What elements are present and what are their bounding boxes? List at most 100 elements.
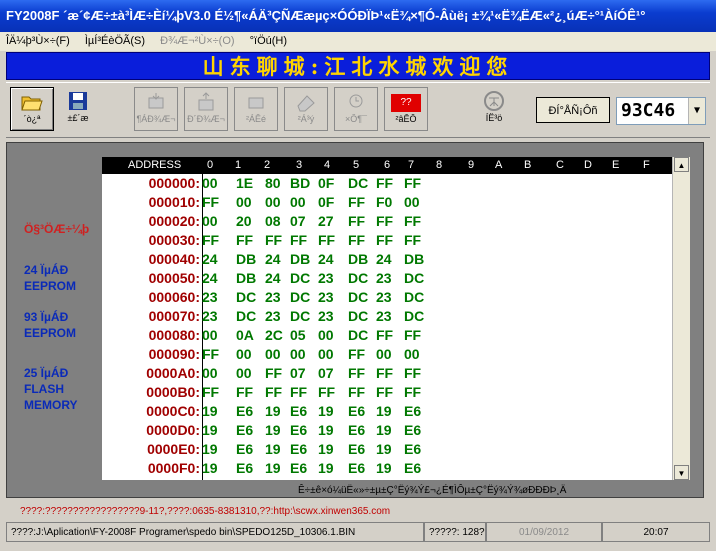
hex-byte[interactable]: FF	[290, 383, 307, 402]
menu-help[interactable]: °ïÖú(H)	[244, 35, 293, 47]
hex-byte[interactable]: 1E	[236, 174, 253, 193]
hex-byte[interactable]: 27	[318, 212, 334, 231]
hex-byte[interactable]: 19	[265, 459, 281, 478]
hex-byte[interactable]: DC	[348, 307, 368, 326]
hex-byte[interactable]: 00	[318, 345, 334, 364]
hex-byte[interactable]: DC	[236, 307, 256, 326]
hex-byte[interactable]: 00	[202, 364, 218, 383]
hex-byte[interactable]: E6	[348, 402, 365, 421]
hex-byte[interactable]: FF	[348, 212, 365, 231]
hex-byte[interactable]: FF	[202, 193, 219, 212]
hex-byte[interactable]: 2C	[265, 326, 283, 345]
hex-byte[interactable]: FF	[202, 231, 219, 250]
hex-byte[interactable]: 80	[265, 174, 281, 193]
hex-byte[interactable]: 23	[376, 307, 392, 326]
hex-byte[interactable]: 23	[265, 288, 281, 307]
hex-byte[interactable]: 24	[202, 250, 218, 269]
hex-byte[interactable]: 00	[202, 212, 218, 231]
hex-byte[interactable]: FF	[404, 231, 421, 250]
vertical-scrollbar[interactable]: ▲ ▼	[672, 157, 690, 480]
hex-byte[interactable]: FF	[265, 364, 282, 383]
hex-byte[interactable]: 00	[376, 345, 392, 364]
hex-byte[interactable]: 00	[236, 193, 252, 212]
hex-byte[interactable]: 00	[290, 193, 306, 212]
hex-byte[interactable]: E6	[348, 440, 365, 459]
hex-byte[interactable]: FF	[376, 364, 393, 383]
hex-byte[interactable]: 24	[376, 250, 392, 269]
hex-byte[interactable]: 19	[376, 402, 392, 421]
menu-chip-operations[interactable]: Ð¾Æ¬²Ù×÷(O)	[154, 35, 241, 47]
hex-byte[interactable]: 20	[236, 212, 252, 231]
hex-byte[interactable]: DC	[290, 307, 310, 326]
hex-byte[interactable]: E6	[236, 459, 253, 478]
hex-byte[interactable]: 23	[376, 269, 392, 288]
hex-byte[interactable]: E6	[236, 421, 253, 440]
hex-byte[interactable]: 07	[318, 364, 334, 383]
hex-byte[interactable]: 19	[376, 440, 392, 459]
hex-byte[interactable]: DC	[404, 269, 424, 288]
hex-byte[interactable]: E6	[348, 421, 365, 440]
hex-byte[interactable]: 07	[290, 212, 306, 231]
scroll-down-icon[interactable]: ▼	[674, 465, 689, 480]
hex-byte[interactable]: 00	[202, 174, 218, 193]
hex-byte[interactable]: 19	[376, 459, 392, 478]
test-button[interactable]: ?? ²âÊÔ	[384, 87, 428, 131]
hex-byte[interactable]: 24	[265, 250, 281, 269]
hex-byte[interactable]: E6	[236, 402, 253, 421]
hex-byte[interactable]: E6	[290, 421, 307, 440]
hex-byte[interactable]: 00	[290, 345, 306, 364]
blank-check-button[interactable]: ²ÁÊé	[234, 87, 278, 131]
hex-byte[interactable]: 23	[318, 307, 334, 326]
hex-byte[interactable]: 23	[318, 269, 334, 288]
hex-byte[interactable]: E6	[290, 402, 307, 421]
hex-byte[interactable]: FF	[376, 326, 393, 345]
hex-byte[interactable]: 24	[202, 269, 218, 288]
hex-byte[interactable]: 19	[265, 421, 281, 440]
hex-byte[interactable]: E6	[404, 440, 421, 459]
hex-byte[interactable]: 00	[404, 345, 420, 364]
hex-byte[interactable]: FF	[348, 345, 365, 364]
hex-byte[interactable]: FF	[265, 383, 282, 402]
hex-byte[interactable]: FF	[348, 383, 365, 402]
menu-file[interactable]: ÎÄ¼þ³Ù×÷(F)	[0, 35, 76, 47]
save-button[interactable]: ±£´æ	[56, 87, 100, 131]
hex-byte[interactable]: 19	[318, 421, 334, 440]
erase-button[interactable]: ²Á³ý	[284, 87, 328, 131]
chevron-down-icon[interactable]: ▼	[688, 98, 705, 124]
hex-byte[interactable]: DC	[290, 288, 310, 307]
hex-byte[interactable]: E6	[404, 421, 421, 440]
open-button[interactable]: ´ò¿ª	[10, 87, 54, 131]
hex-byte[interactable]: DC	[348, 326, 368, 345]
hex-byte[interactable]: F0	[376, 193, 392, 212]
hex-byte[interactable]: 19	[318, 402, 334, 421]
hex-byte[interactable]: FF	[404, 326, 421, 345]
hex-byte[interactable]: 00	[236, 345, 252, 364]
hex-byte[interactable]: E6	[404, 402, 421, 421]
device-type-button[interactable]: ÐÍ°ÅÑ¡Ôñ	[536, 97, 610, 123]
hex-byte[interactable]: FF	[376, 212, 393, 231]
hex-byte[interactable]: DC	[348, 288, 368, 307]
hex-byte[interactable]: FF	[404, 174, 421, 193]
hex-byte[interactable]: 19	[202, 421, 218, 440]
hex-byte[interactable]: DC	[290, 269, 310, 288]
hex-byte[interactable]: FF	[348, 364, 365, 383]
hex-byte[interactable]: 00	[404, 193, 420, 212]
hex-byte[interactable]: E6	[348, 459, 365, 478]
hex-byte[interactable]: DC	[348, 174, 368, 193]
hex-byte[interactable]: FF	[236, 231, 253, 250]
hex-byte[interactable]: FF	[318, 231, 335, 250]
hex-byte[interactable]: FF	[290, 231, 307, 250]
exit-button[interactable]: ÍË³ö	[472, 87, 516, 131]
hex-byte[interactable]: FF	[318, 383, 335, 402]
hex-byte[interactable]: E6	[236, 440, 253, 459]
hex-byte[interactable]: FF	[404, 383, 421, 402]
hex-byte[interactable]: 23	[265, 307, 281, 326]
auto-button[interactable]: ×Ô¶¯	[334, 87, 378, 131]
hex-byte[interactable]: FF	[404, 212, 421, 231]
hex-byte[interactable]: FF	[202, 345, 219, 364]
hex-byte[interactable]: 07	[290, 364, 306, 383]
hex-byte[interactable]: DB	[236, 250, 256, 269]
hex-byte[interactable]: 19	[265, 440, 281, 459]
hex-byte[interactable]: FF	[348, 231, 365, 250]
hex-byte[interactable]: 0F	[318, 193, 334, 212]
